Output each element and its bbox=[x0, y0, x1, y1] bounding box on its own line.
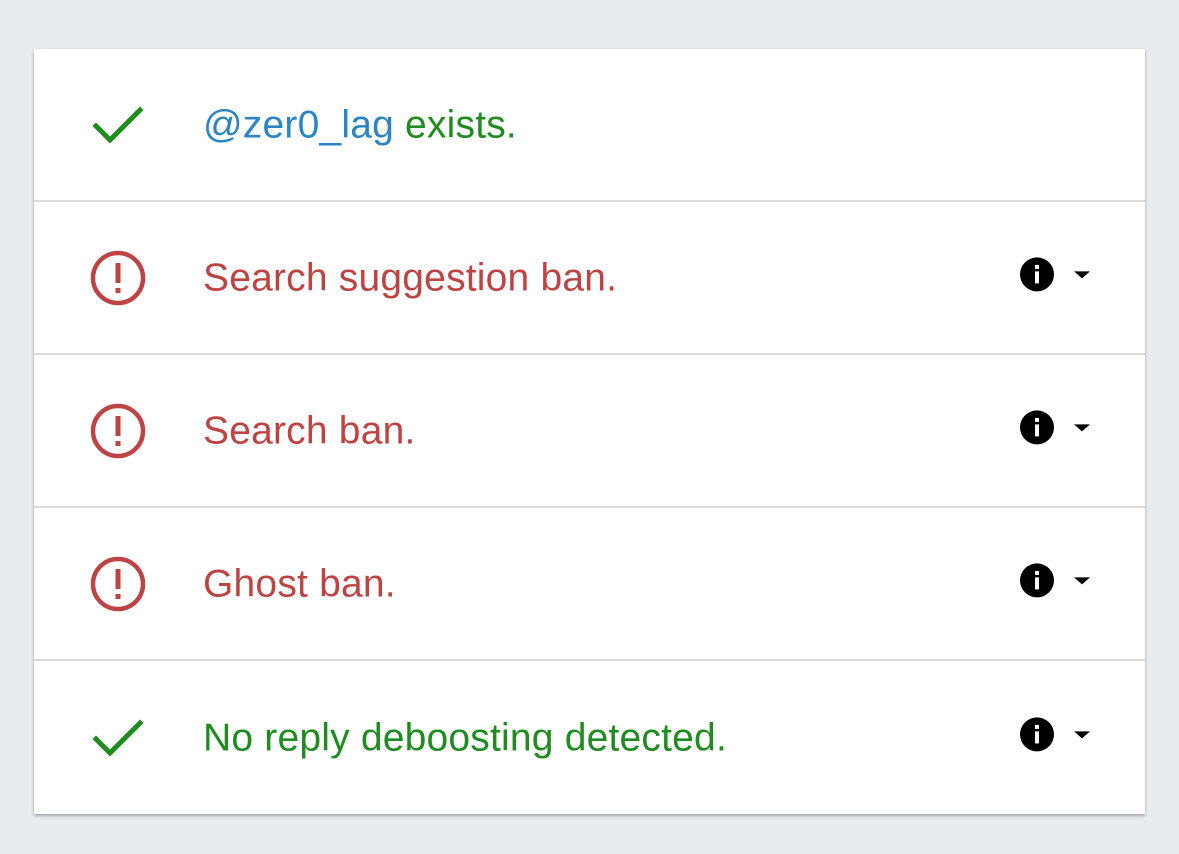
result-label: @zer0_lag exists. bbox=[203, 105, 517, 144]
result-label: Ghost ban. bbox=[203, 562, 396, 605]
info-icon[interactable] bbox=[1019, 716, 1055, 752]
result-label: Search ban. bbox=[203, 409, 416, 452]
check-icon bbox=[88, 708, 148, 768]
alert-circle-icon bbox=[88, 401, 148, 461]
result-row-ghost-ban: Ghost ban. bbox=[34, 508, 1145, 661]
alert-circle-icon bbox=[88, 248, 148, 308]
result-controls bbox=[1019, 409, 1093, 445]
info-icon[interactable] bbox=[1019, 256, 1055, 292]
caret-down-icon[interactable] bbox=[1071, 727, 1093, 741]
result-row-search-ban: Search ban. bbox=[34, 355, 1145, 508]
result-row-reply-deboosting: No reply deboosting detected. bbox=[34, 661, 1145, 814]
result-label: Search suggestion ban. bbox=[203, 256, 618, 299]
results-card: @zer0_lag exists. Search suggestion ban. bbox=[34, 49, 1145, 814]
info-icon[interactable] bbox=[1019, 562, 1055, 598]
info-icon[interactable] bbox=[1019, 409, 1055, 445]
result-row-exists: @zer0_lag exists. bbox=[34, 49, 1145, 202]
result-controls bbox=[1019, 562, 1093, 598]
alert-circle-icon bbox=[88, 554, 148, 614]
result-controls bbox=[1019, 256, 1093, 292]
result-label: No reply deboosting detected. bbox=[203, 716, 727, 759]
result-row-search-suggestion-ban: Search suggestion ban. bbox=[34, 202, 1145, 355]
result-text: exists. bbox=[394, 103, 517, 146]
result-controls bbox=[1019, 716, 1093, 752]
caret-down-icon[interactable] bbox=[1071, 573, 1093, 587]
check-icon bbox=[88, 95, 148, 155]
account-handle-link[interactable]: @zer0_lag bbox=[203, 103, 394, 146]
caret-down-icon[interactable] bbox=[1071, 420, 1093, 434]
caret-down-icon[interactable] bbox=[1071, 267, 1093, 281]
